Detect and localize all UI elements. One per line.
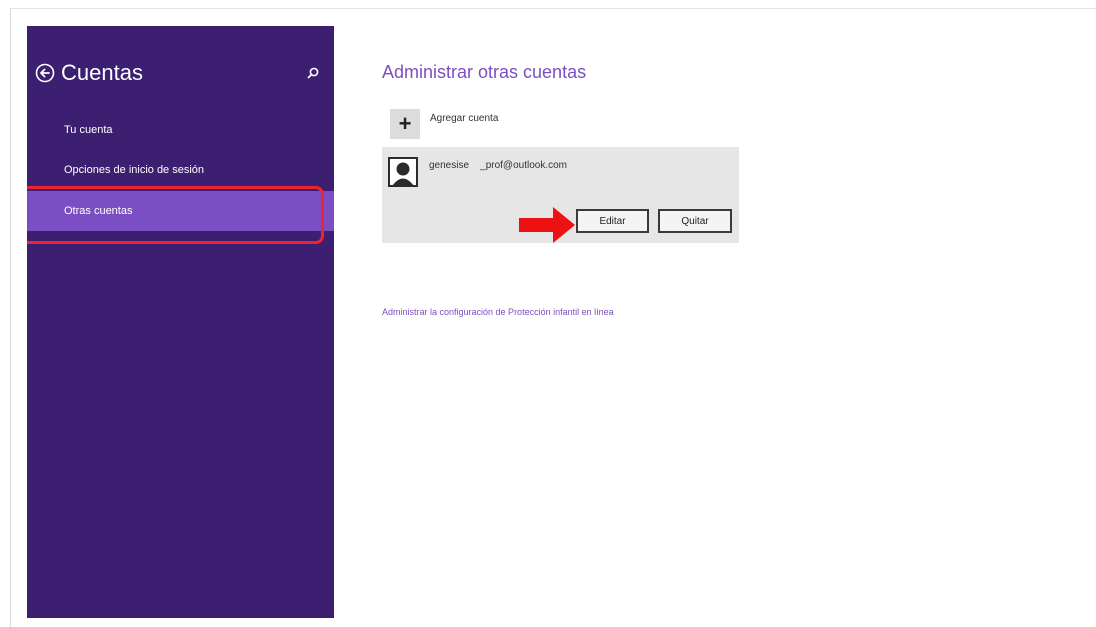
remove-button[interactable]: Quitar [658,209,732,233]
add-account-label: Agregar cuenta [430,113,499,124]
sidebar-title: Cuentas [61,60,143,85]
page-title: Administrar otras cuentas [382,62,587,82]
sidebar-item-opciones-inicio-sesion[interactable]: Opciones de inicio de sesión [27,150,334,190]
red-arrow-icon [519,206,576,244]
sidebar-header: Cuentas [35,60,143,86]
sidebar: Cuentas Tu cuenta Opciones de inicio de … [27,26,334,618]
plus-icon[interactable]: + [390,109,420,139]
sidebar-item-otras-cuentas[interactable]: Otras cuentas [27,191,334,231]
sidebar-item-label: Otras cuentas [64,205,133,217]
user-avatar-icon [388,157,418,187]
back-arrow-circle-icon[interactable] [35,63,55,83]
sidebar-item-label: Tu cuenta [64,124,113,136]
search-icon[interactable] [306,66,320,80]
edit-button[interactable]: Editar [576,209,649,233]
account-name-email: genesise _prof@outlook.com [429,160,568,171]
sidebar-item-tu-cuenta[interactable]: Tu cuenta [27,110,334,150]
family-safety-link[interactable]: Administrar la configuración de Protecci… [382,307,614,317]
add-account-button[interactable]: + Agregar cuenta [390,109,498,139]
sidebar-item-label: Opciones de inicio de sesión [64,164,205,176]
